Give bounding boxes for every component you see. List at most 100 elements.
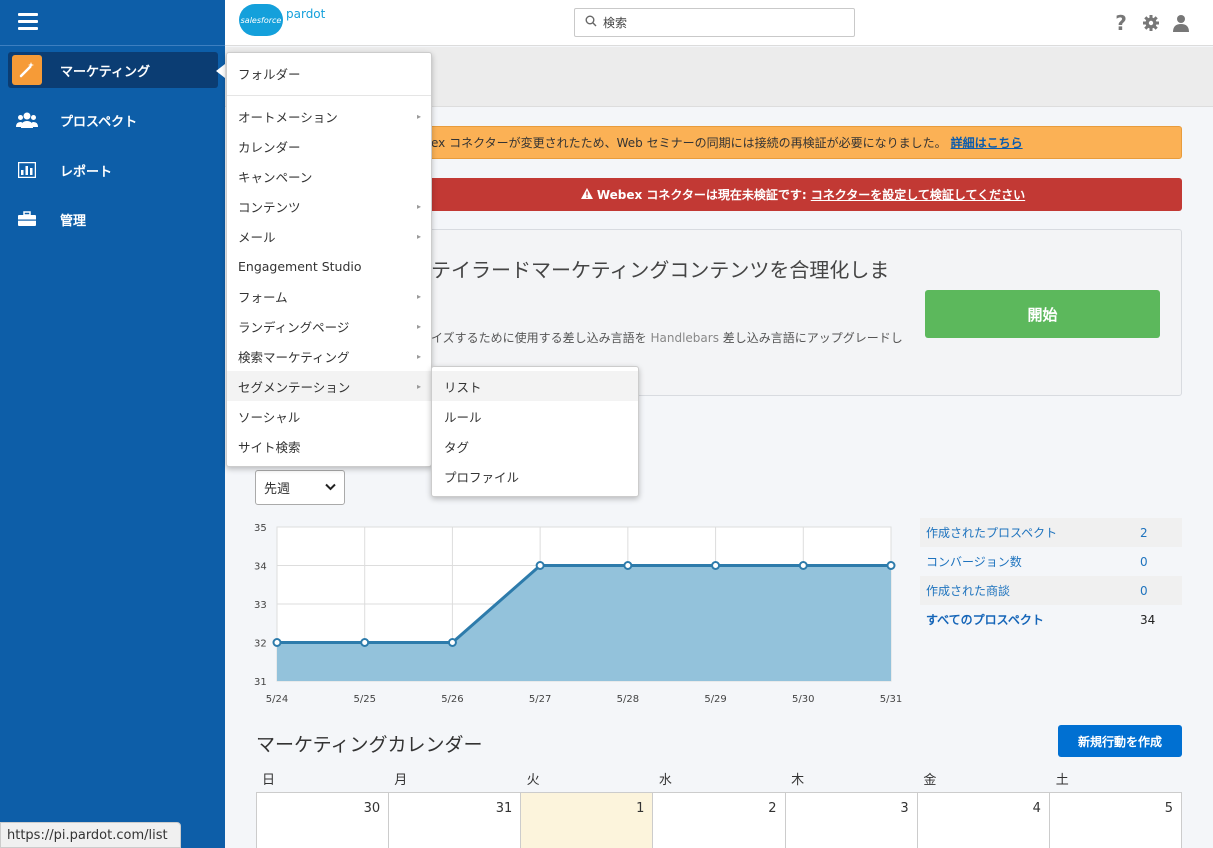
start-button[interactable]: 開始 — [925, 290, 1160, 338]
menu-item-campaigns[interactable]: キャンペーン — [227, 161, 431, 191]
menu-item-site-search[interactable]: サイト検索 — [227, 431, 431, 461]
menu-item-label: オートメーション — [238, 109, 338, 125]
menu-item-forms[interactable]: フォーム ▸ — [227, 281, 431, 311]
weekday-label: 土 — [1055, 773, 1069, 788]
calendar-day-cell[interactable]: 3 — [785, 793, 918, 848]
period-select[interactable]: 先週 — [255, 470, 345, 505]
stat-value-link[interactable]: 0 — [1140, 584, 1148, 598]
stat-label-link[interactable]: 作成された商談 — [920, 582, 1140, 599]
menu-item-label: ランディングページ — [238, 319, 350, 335]
menu-item-search-marketing[interactable]: 検索マーケティング ▸ — [227, 341, 431, 371]
chart-data-point — [447, 638, 457, 647]
chevron-right-icon: ▸ — [416, 111, 421, 121]
calendar-week-row: 30 31 1 2 3 4 5 — [256, 793, 1182, 848]
menu-item-label: サイト検索 — [238, 439, 301, 455]
stat-value-link[interactable]: 0 — [1140, 555, 1148, 569]
prospects-area-chart: 35 34 33 32 31 5/24 5/25 5/26 5/27 5/28 5/29 5/30 5/… — [254, 523, 902, 705]
search-box[interactable] — [574, 8, 855, 37]
x-tick-label: 5/31 — [880, 694, 902, 705]
calendar-day-cell[interactable]: 5 — [1049, 793, 1182, 848]
calendar-weekday-header: 日 月 火 水 木 金 土 — [256, 764, 1182, 793]
stat-row-created-prospects: 作成されたプロスペクト 2 — [920, 518, 1182, 547]
hamburger-menu-icon[interactable] — [18, 13, 38, 31]
calendar-day-cell[interactable]: 31 — [389, 793, 522, 848]
chevron-down-icon — [325, 480, 336, 495]
sidebar-item-prospects[interactable]: プロスペクト — [8, 102, 218, 138]
stat-label-link[interactable]: 作成されたプロスペクト — [920, 524, 1140, 541]
y-tick-label: 31 — [254, 677, 267, 688]
chevron-right-icon: ▸ — [416, 231, 421, 241]
calendar-title: マーケティングカレンダー — [256, 734, 483, 756]
chart-data-point — [272, 638, 282, 647]
pardot-logo-text: pardot — [286, 7, 326, 21]
warning-alert-text: ex コネクターが変更されたため、Web セミナーの同期には接続の再検証が必要に… — [431, 136, 947, 150]
y-tick-label: 33 — [254, 600, 267, 611]
weekday-label: 月 — [394, 773, 408, 788]
menu-item-automation[interactable]: オートメーション ▸ — [227, 101, 431, 131]
menu-item-engagement-studio[interactable]: Engagement Studio — [227, 251, 431, 281]
sidebar-item-marketing[interactable]: マーケティング — [8, 52, 218, 88]
people-icon — [12, 105, 42, 135]
user-profile-icon[interactable] — [1171, 12, 1191, 34]
y-tick-label: 35 — [254, 523, 267, 534]
x-tick-label: 5/28 — [617, 694, 639, 705]
menu-item-content[interactable]: コンテンツ ▸ — [227, 191, 431, 221]
stat-label-link[interactable]: すべてのプロスペクト — [920, 611, 1140, 628]
menu-item-landing-pages[interactable]: ランディングページ ▸ — [227, 311, 431, 341]
sidebar-item-admin[interactable]: 管理 — [8, 201, 218, 237]
submenu-item-rules[interactable]: ルール — [432, 401, 638, 431]
gear-icon[interactable] — [1141, 12, 1161, 34]
configure-connector-link[interactable]: コネクターを設定して検証してください — [811, 186, 1025, 203]
stat-row-conversions: コンバージョン数 0 — [920, 547, 1182, 576]
chart-data-point — [535, 561, 545, 570]
calendar-day-cell-today[interactable]: 1 — [521, 793, 654, 848]
sidebar-item-reports[interactable]: レポート — [8, 152, 218, 188]
menu-item-label: セグメンテーション — [238, 379, 351, 395]
promo-body-text: イズするために使用する差し込み言語を — [431, 331, 651, 345]
weekday-label: 水 — [658, 773, 672, 788]
chevron-right-icon: ▸ — [416, 201, 421, 211]
x-tick-label: 5/27 — [529, 694, 551, 705]
period-select-value: 先週 — [264, 482, 291, 497]
top-header: salesforce pardot ? — [225, 0, 1213, 46]
warning-triangle-icon — [580, 187, 593, 202]
new-action-button[interactable]: 新規行動を作成 — [1058, 725, 1182, 757]
error-alert: Webex コネクターは現在未検証です: コネクターを設定して検証してください — [424, 178, 1182, 211]
menu-item-segmentation[interactable]: セグメンテーション ▸ — [227, 371, 431, 401]
menu-item-label: コンテンツ — [238, 199, 301, 215]
search-input[interactable] — [603, 15, 843, 30]
wand-icon — [12, 55, 42, 85]
x-tick-label: 5/24 — [266, 694, 288, 705]
chevron-right-icon: ▸ — [416, 351, 421, 361]
menu-item-calendar[interactable]: カレンダー — [227, 131, 431, 161]
menu-item-label: フォルダー — [238, 66, 301, 82]
stat-label-link[interactable]: コンバージョン数 — [920, 553, 1140, 570]
submenu-item-lists[interactable]: リスト — [432, 371, 638, 401]
menu-item-social[interactable]: ソーシャル — [227, 401, 431, 431]
promo-body-handlebars: Handlebars — [650, 331, 719, 345]
menu-item-label: メール — [238, 229, 276, 245]
submenu-item-tags[interactable]: タグ — [432, 431, 638, 461]
calendar-day-cell[interactable]: 4 — [917, 793, 1050, 848]
weekday-label: 火 — [526, 773, 540, 788]
help-icon[interactable]: ? — [1111, 11, 1131, 35]
x-tick-label: 5/25 — [353, 694, 375, 705]
calendar-day-cell[interactable]: 30 — [257, 793, 390, 848]
menu-item-email[interactable]: メール ▸ — [227, 221, 431, 251]
menu-item-folders[interactable]: フォルダー — [227, 58, 431, 88]
sidebar-divider — [0, 45, 225, 46]
sidebar-item-label: レポート — [60, 164, 113, 180]
chevron-right-icon: ▸ — [416, 381, 421, 391]
salesforce-logo: salesforce — [239, 4, 283, 36]
menu-item-label: カレンダー — [238, 139, 301, 155]
weekday-label: 木 — [791, 773, 805, 788]
stat-value-link[interactable]: 2 — [1140, 526, 1148, 540]
sidebar-item-label: プロスペクト — [60, 114, 138, 130]
sidebar-item-label: 管理 — [60, 213, 87, 229]
salesforce-pardot-logo[interactable]: salesforce pardot — [239, 4, 325, 36]
warning-details-link[interactable]: 詳細はこちら — [951, 134, 1023, 151]
calendar-day-cell[interactable]: 2 — [653, 793, 786, 848]
weekday-label: 金 — [923, 773, 937, 788]
submenu-item-profiles[interactable]: プロファイル — [432, 461, 638, 491]
chart-data-point — [360, 638, 370, 647]
